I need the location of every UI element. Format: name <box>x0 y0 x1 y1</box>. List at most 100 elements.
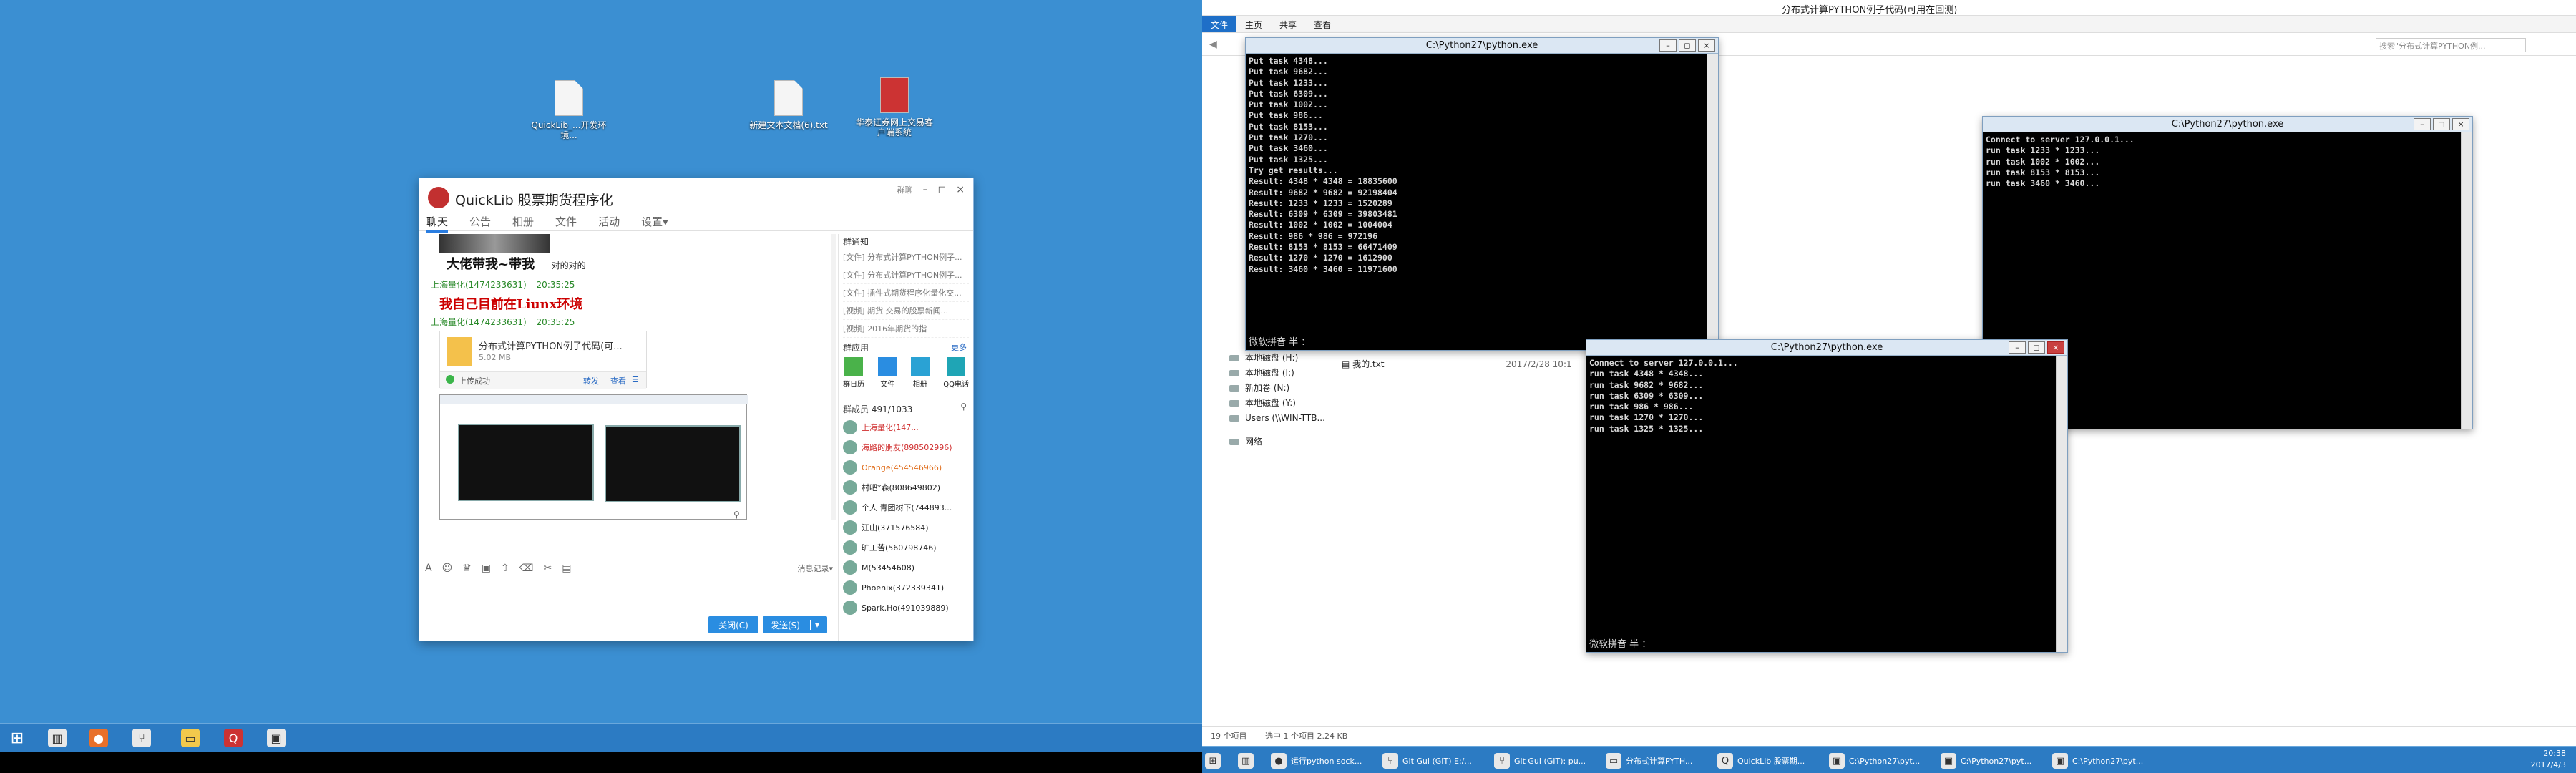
minimize-button[interactable]: – <box>1659 39 1677 52</box>
notice-item[interactable]: [文件] 分布式计算PYTHON例子... <box>843 248 969 266</box>
more-icon[interactable]: ▤ <box>562 563 571 574</box>
tab-announcement[interactable]: 公告 <box>469 214 491 233</box>
screenshot-icon[interactable]: ✂ <box>544 563 552 574</box>
tab-activity[interactable]: 活动 <box>598 214 620 233</box>
view-link[interactable]: 查看 <box>610 375 626 386</box>
taskbar-button[interactable]: Q QuickLib 股票期... <box>1717 749 1825 772</box>
close-chat-button[interactable]: 关闭(C) <box>708 616 758 633</box>
chevron-down-icon[interactable]: ▾ <box>809 620 819 630</box>
close-button[interactable]: × <box>2452 118 2469 130</box>
message-sticker: 大佬带我~带我 对的对的 <box>447 254 586 273</box>
maximize-button[interactable]: ◻ <box>1679 39 1696 52</box>
member-row[interactable]: Orange(454546966) <box>843 457 969 477</box>
nav-item-network[interactable]: 网络 <box>1216 434 1417 449</box>
zoom-icon[interactable]: ⚲ <box>733 510 740 520</box>
member-row[interactable]: 海路的朋友(898502996) <box>843 437 969 457</box>
console-scrollbar[interactable] <box>1707 54 1718 350</box>
taskbar-button[interactable]: ● 运行python sock... <box>1271 749 1378 772</box>
tab-files[interactable]: 文件 <box>555 214 577 233</box>
member-row[interactable]: 上海量化(147... <box>843 417 969 437</box>
member-row[interactable]: 旷工苦(560798746) <box>843 538 969 558</box>
clock-time: 20:38 <box>2543 749 2566 758</box>
member-row[interactable]: Phoenix(372339341) <box>843 578 969 598</box>
app-qq-phone[interactable]: QQ电话 <box>943 357 969 389</box>
apps-more-link[interactable]: 更多 <box>951 341 967 353</box>
nav-item-users-share[interactable]: Users (\\WIN-TTB... <box>1216 411 1417 426</box>
tab-share[interactable]: 共享 <box>1271 16 1305 32</box>
maximize-button[interactable]: ◻ <box>2028 341 2045 354</box>
message-input[interactable] <box>425 579 833 616</box>
vip-icon[interactable]: ♛ <box>462 563 472 574</box>
console-scrollbar[interactable] <box>2461 132 2472 429</box>
tab-file[interactable]: 文件 <box>1202 16 1237 32</box>
delete-icon[interactable]: ⌫ <box>519 563 534 574</box>
image-icon[interactable]: ▣ <box>482 563 491 574</box>
app-album[interactable]: 相册 <box>910 357 930 389</box>
upload-icon[interactable]: ⇧ <box>501 563 509 574</box>
notice-item[interactable]: [视频] 2016年期货的指 <box>843 320 969 338</box>
taskbar-button[interactable]: ⊞ <box>1205 749 1234 772</box>
taskbar-button[interactable]: ▣ C:\Python27\pyt... <box>2052 749 2160 772</box>
desktop-icon-quicklib[interactable]: QuickLib_...开发环境... <box>530 80 608 140</box>
app-files[interactable]: 文件 <box>878 357 897 389</box>
menu-icon[interactable]: ☰ <box>632 375 639 384</box>
taskbar-button[interactable]: ▭ 分布式计算PYTH... <box>1606 749 1713 772</box>
file-row[interactable]: ▤ 我的.txt 2017/2/28 10:1 <box>1342 358 1572 370</box>
desktop-icon-new-text[interactable]: 新建文本文档(6).txt <box>749 80 828 130</box>
close-button[interactable]: × <box>956 184 965 195</box>
minimize-button[interactable]: – <box>2414 118 2431 130</box>
member-row[interactable]: 村吧*森(808649802) <box>843 477 969 497</box>
tab-settings[interactable]: 设置▾ <box>641 214 668 233</box>
send-button[interactable]: 发送(S) ▾ <box>763 616 827 633</box>
tab-album[interactable]: 相册 <box>512 214 534 233</box>
taskbar-git[interactable]: ⑂ <box>127 726 156 749</box>
minimize-button[interactable]: – <box>2009 341 2026 354</box>
tab-home[interactable]: 主页 <box>1236 16 1271 32</box>
app-calendar[interactable]: 群日历 <box>843 357 864 389</box>
notice-item[interactable]: [文件] 插件式期货程序化量化交... <box>843 284 969 302</box>
screenshot-image[interactable]: ⚲ <box>439 394 748 520</box>
chat-scrollbar[interactable] <box>831 234 836 520</box>
member-row[interactable]: M(53454608) <box>843 558 969 578</box>
taskbar-explorer[interactable]: ▭ <box>176 726 205 749</box>
member-row[interactable]: 个人 青团树下(744893... <box>843 497 969 517</box>
nav-item-drive-y[interactable]: 本地磁盘 (Y:) <box>1216 396 1417 411</box>
taskbar-button[interactable]: ⑂ Git Gui (GIT): pu... <box>1494 749 1601 772</box>
taskbar-server-manager[interactable]: ▥ <box>43 726 72 749</box>
message-history-button[interactable]: 消息记录▾ <box>797 563 833 574</box>
back-icon[interactable]: ◀ <box>1209 39 1217 50</box>
start-button[interactable]: ⊞ <box>3 726 31 749</box>
tab-chat[interactable]: 聊天 <box>426 214 449 233</box>
taskbar-button[interactable]: ▣ C:\Python27\pyt... <box>1829 749 1936 772</box>
maximize-button[interactable]: ◻ <box>938 184 947 195</box>
chat-history[interactable]: 大佬带我~带我 对的对的 上海量化(1474233631) 20:35:25 我… <box>425 234 833 520</box>
close-button[interactable]: × <box>2047 341 2064 354</box>
taskbar-qq[interactable]: Q <box>219 726 248 749</box>
sender-name[interactable]: 上海量化(1474233631) <box>431 280 527 290</box>
sender-name[interactable]: 上海量化(1474233631) <box>431 317 527 327</box>
file-message-card[interactable]: 分布式计算PYTHON例子代码(可... 5.02 MB 上传成功 转发 查看 … <box>439 331 647 389</box>
forward-link[interactable]: 转发 <box>583 375 599 386</box>
search-icon[interactable]: ⚲ <box>960 402 967 412</box>
console-scrollbar[interactable] <box>2056 356 2067 652</box>
notice-item[interactable]: [文件] 分布式计算PYTHON例子... <box>843 266 969 284</box>
member-row[interactable]: Spark.Ho(491039889) <box>843 598 969 618</box>
taskbar-button[interactable]: ▣ C:\Python27\pyt... <box>1941 749 2048 772</box>
taskbar-button[interactable]: ⑂ Git Gui (GIT) E:/... <box>1382 749 1490 772</box>
member-row[interactable]: 江山(371576584) <box>843 517 969 538</box>
search-input[interactable]: 搜索"分布式计算PYTHON例... <box>2376 38 2526 52</box>
emoji-icon[interactable]: ☺ <box>442 563 453 574</box>
close-button[interactable]: × <box>1698 39 1715 52</box>
font-icon[interactable]: A <box>425 563 432 574</box>
nav-item-drive-n[interactable]: 新加卷 (N:) <box>1216 381 1417 396</box>
taskbar-python[interactable]: ▣ <box>262 726 291 749</box>
taskbar-button[interactable]: ▥ <box>1238 749 1267 772</box>
taskbar-firefox[interactable]: ● <box>84 726 113 749</box>
group-chat-button[interactable]: 群聊 <box>897 184 913 195</box>
clock[interactable]: 20:38 2017/4/3 <box>2531 748 2566 771</box>
tab-view[interactable]: 查看 <box>1305 16 1340 32</box>
minimize-button[interactable]: – <box>923 184 928 195</box>
notice-item[interactable]: [视频] 期货 交易的股票新闻... <box>843 302 969 320</box>
desktop-icon-huatai[interactable]: 华泰证券网上交易客户端系统 <box>855 77 934 137</box>
maximize-button[interactable]: ◻ <box>2433 118 2450 130</box>
